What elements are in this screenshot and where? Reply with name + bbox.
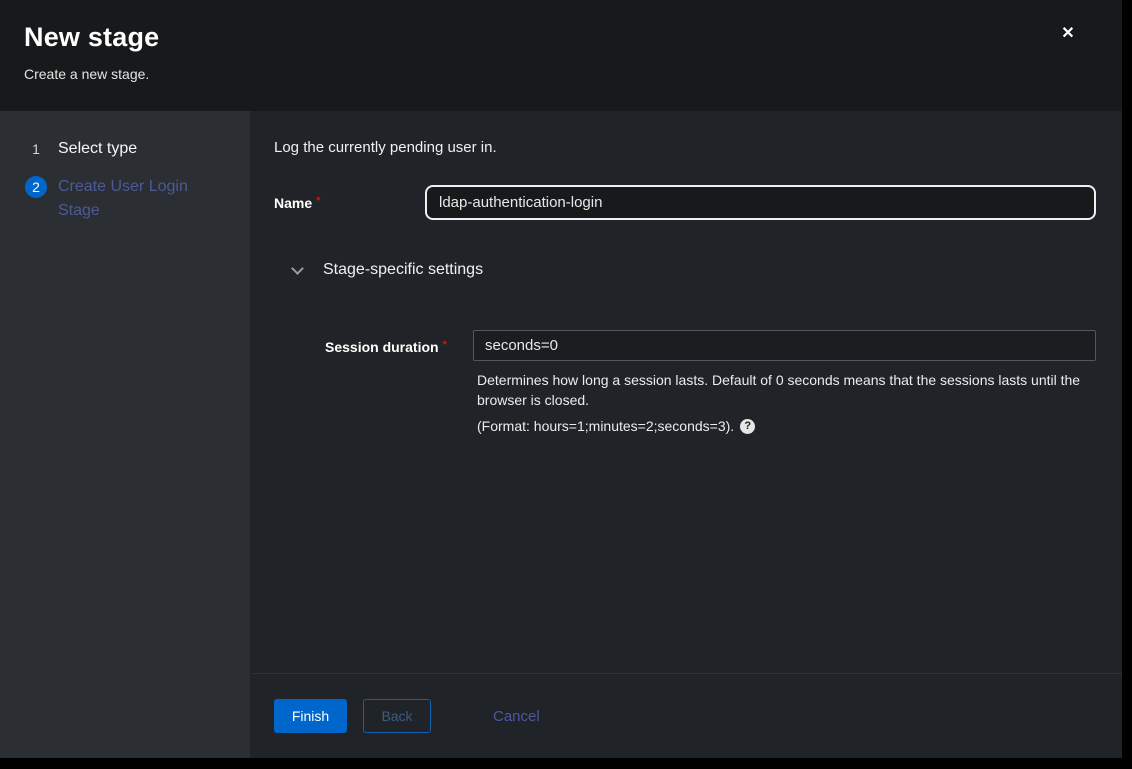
cancel-button[interactable]: Cancel xyxy=(493,699,540,733)
session-duration-field-label: Session duration* xyxy=(325,339,447,355)
section-label: Stage-specific settings xyxy=(323,261,483,279)
required-marker: * xyxy=(316,195,320,207)
wizard-step-create-user-login-stage[interactable]: 2 Create User Login Stage xyxy=(25,175,250,223)
page-title: New stage xyxy=(24,22,159,53)
modal-backdrop: New stage Create a new stage. ✕ 1 Select… xyxy=(0,0,1132,769)
session-duration-format-text: (Format: hours=1;minutes=2;seconds=3). ? xyxy=(477,418,755,434)
wizard-steps-sidebar: 1 Select type 2 Create User Login Stage xyxy=(0,111,250,758)
stage-specific-settings-toggle[interactable]: Stage-specific settings xyxy=(293,261,483,279)
back-button[interactable]: Back xyxy=(363,699,431,733)
session-duration-input[interactable] xyxy=(473,330,1096,361)
close-button[interactable]: ✕ xyxy=(1056,22,1080,46)
name-input[interactable] xyxy=(425,185,1096,220)
help-question-icon[interactable]: ? xyxy=(740,419,755,434)
session-duration-help-text: Determines how long a session lasts. Def… xyxy=(477,370,1089,410)
step-number-badge: 2 xyxy=(25,176,47,198)
wizard-step-select-type[interactable]: 1 Select type xyxy=(25,137,250,161)
chevron-down-icon xyxy=(291,262,304,275)
modal-header: New stage Create a new stage. ✕ xyxy=(0,0,1122,111)
step-number-badge: 1 xyxy=(25,138,47,160)
page-subtitle: Create a new stage. xyxy=(24,66,149,82)
new-stage-wizard-modal: New stage Create a new stage. ✕ 1 Select… xyxy=(0,0,1122,758)
footer-divider xyxy=(253,673,1122,674)
close-icon: ✕ xyxy=(1061,25,1074,42)
wizard-content-pane: Log the currently pending user in. Name*… xyxy=(250,111,1122,758)
finish-button[interactable]: Finish xyxy=(274,699,347,733)
required-marker: * xyxy=(443,339,447,351)
step-label: Select type xyxy=(58,137,137,161)
modal-body: 1 Select type 2 Create User Login Stage … xyxy=(0,111,1122,758)
name-field-label: Name* xyxy=(274,195,320,211)
step-label: Create User Login Stage xyxy=(58,175,198,223)
stage-description: Log the currently pending user in. xyxy=(274,139,497,156)
